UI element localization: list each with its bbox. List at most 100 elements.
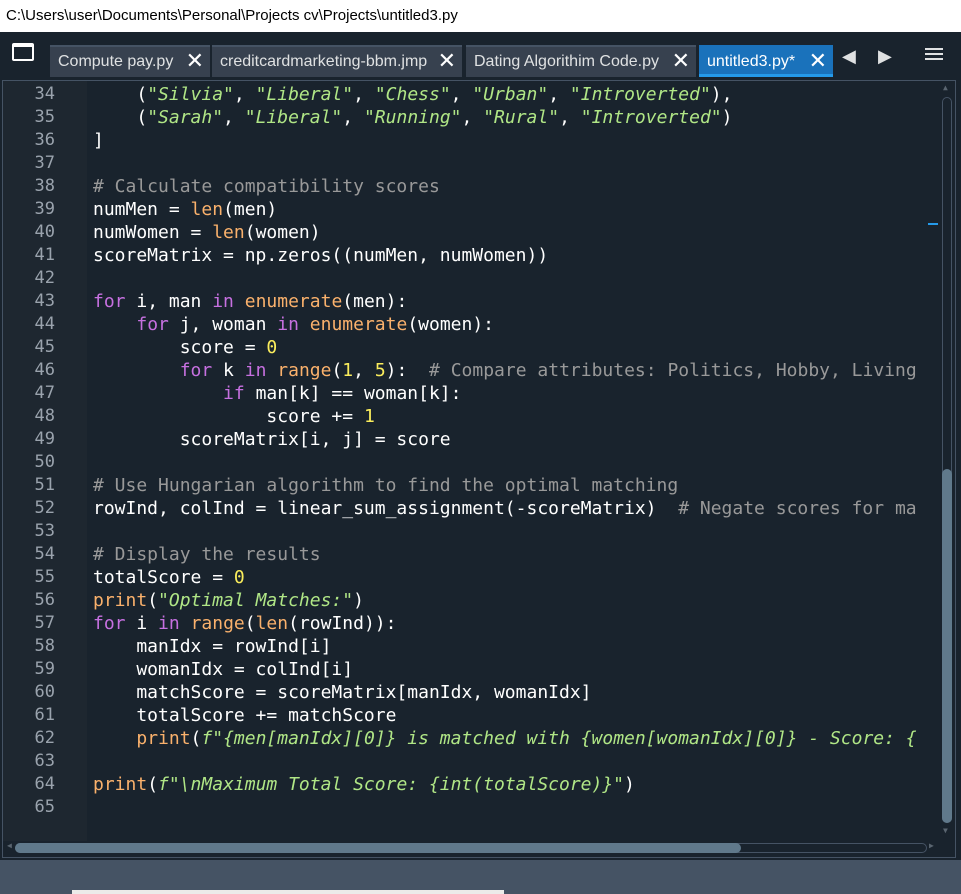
browse-tabs-icon[interactable] [12, 43, 34, 61]
line-number: 59 [34, 659, 55, 679]
code-token: (men) [223, 199, 278, 220]
tab-dating-algorithim-code[interactable]: Dating Algorithim Code.py ✕ [466, 45, 696, 77]
line-number: 52 [34, 498, 55, 518]
tab-compute-pay[interactable]: Compute pay.py ✕ [50, 45, 210, 77]
tab-creditcardmarketing[interactable]: creditcardmarketing-bbm.jmp ✕ [212, 45, 462, 77]
scrollbar-thumb[interactable] [15, 843, 741, 853]
code-token: (rowInd)): [288, 613, 397, 634]
code-line[interactable]: score += 1 [93, 405, 375, 428]
code-line[interactable]: print(f"{men[manIdx][0]} is matched with… [93, 727, 916, 750]
line-number: 44 [34, 314, 55, 334]
code-token: "Running" [363, 107, 462, 128]
line-number: 50 [34, 452, 55, 472]
code-token: 1 [363, 406, 375, 427]
code-line[interactable]: ("Silvia", "Liberal", "Chess", "Urban", … [93, 83, 732, 106]
code-token: manIdx = rowInd[i] [93, 636, 332, 657]
line-number: 41 [34, 245, 55, 265]
code-line[interactable]: if man[k] == woman[k]: [93, 382, 461, 405]
code-token: enumerate [244, 291, 343, 312]
chevron-right-icon[interactable]: ▶ [878, 46, 892, 67]
close-icon[interactable]: ✕ [186, 47, 204, 75]
code-token: in [277, 314, 299, 335]
code-token: score += [93, 406, 364, 427]
code-token: "Sarah" [147, 107, 224, 128]
tab-label: untitled3.py* [707, 53, 796, 70]
code-line[interactable]: scoreMatrix = np.zeros((numMen, numWomen… [93, 244, 548, 267]
code-token: , [233, 84, 256, 105]
code-token: "Liberal" [255, 84, 354, 105]
scroll-up-icon[interactable]: ▲ [943, 83, 948, 92]
tab-bar: Compute pay.py ✕ creditcardmarketing-bbm… [0, 32, 961, 80]
code-token: print [136, 728, 191, 749]
line-number: 43 [34, 291, 55, 311]
code-line[interactable]: rowInd, colInd = linear_sum_assignment(-… [93, 497, 917, 520]
code-line[interactable]: print("Optimal Matches:") [93, 589, 364, 612]
code-line[interactable]: score = 0 [93, 336, 278, 359]
scroll-down-icon[interactable]: ▼ [943, 826, 948, 835]
code-line[interactable]: scoreMatrix[i, j] = score [93, 428, 451, 451]
code-line[interactable]: ] [93, 129, 104, 152]
code-line[interactable]: for j, woman in enumerate(women): [93, 313, 494, 336]
code-line[interactable]: for i, man in enumerate(men): [93, 290, 407, 313]
code-token: , [461, 107, 484, 128]
code-line[interactable]: matchScore = scoreMatrix[manIdx, womanId… [93, 681, 591, 704]
code-token: ] [93, 130, 104, 151]
code-token: len [212, 222, 245, 243]
code-token: for [93, 291, 126, 312]
code-line[interactable]: for k in range(1, 5): # Compare attribut… [93, 359, 917, 382]
code-token: 1 [342, 360, 354, 381]
close-icon[interactable]: ✕ [438, 47, 456, 75]
code-token: for [93, 613, 126, 634]
scroll-position-marker [928, 223, 938, 225]
vertical-scrollbar[interactable]: ▲ ▼ [928, 83, 954, 839]
line-number: 61 [34, 705, 55, 725]
code-area[interactable]: ("Silvia", "Liberal", "Chess", "Urban", … [87, 81, 927, 841]
code-token: f"\nMaximum Total Score: {int(totalScore… [158, 774, 625, 795]
code-token: i [125, 613, 159, 634]
code-token: , [548, 84, 570, 105]
code-line[interactable]: numWomen = len(women) [93, 221, 321, 244]
code-line[interactable]: totalScore = 0 [93, 566, 245, 589]
code-token: 0 [266, 337, 278, 358]
code-line[interactable]: # Display the results [93, 543, 321, 566]
code-line[interactable]: ("Sarah", "Liberal", "Running", "Rural",… [93, 106, 732, 129]
scroll-left-icon[interactable]: ◀ [7, 841, 12, 850]
line-number: 35 [34, 107, 55, 127]
code-token: totalScore += matchScore [93, 705, 397, 726]
hamburger-menu-icon[interactable] [925, 45, 943, 63]
close-icon[interactable]: ✕ [672, 47, 690, 75]
code-line[interactable]: manIdx = rowInd[i] [93, 635, 331, 658]
code-line[interactable]: # Calculate compatibility scores [93, 175, 440, 198]
code-line[interactable]: womanIdx = colInd[i] [93, 658, 353, 681]
code-token: ), [710, 84, 733, 105]
code-line[interactable]: totalScore += matchScore [93, 704, 396, 727]
window-title: C:\Users\user\Documents\Personal\Project… [6, 7, 458, 24]
code-token: 0 [233, 567, 245, 588]
scrollbar-thumb[interactable] [942, 469, 952, 823]
code-token: , [450, 84, 473, 105]
code-line[interactable]: for i in range(len(rowInd)): [93, 612, 396, 635]
code-token: , [559, 107, 581, 128]
code-token: k [212, 360, 245, 381]
status-bar-highlight [72, 890, 504, 894]
code-line[interactable]: # Use Hungarian algorithm to find the op… [93, 474, 678, 497]
code-token: womanIdx = colInd[i] [93, 659, 354, 680]
line-number: 58 [34, 636, 55, 656]
tab-untitled3[interactable]: untitled3.py* ✕ [699, 45, 833, 77]
code-token: in [158, 613, 180, 634]
code-token: # Use Hungarian algorithm to find the op… [93, 475, 679, 496]
close-icon[interactable]: ✕ [809, 47, 827, 75]
scroll-right-icon[interactable]: ▶ [929, 841, 934, 850]
line-number: 47 [34, 383, 55, 403]
code-token: j, woman [168, 314, 278, 335]
code-line[interactable]: numMen = len(men) [93, 198, 277, 221]
code-line[interactable]: print(f"\nMaximum Total Score: {int(tota… [93, 773, 635, 796]
chevron-left-icon[interactable]: ◀ [842, 46, 856, 67]
code-token: ) [624, 774, 635, 795]
horizontal-scrollbar[interactable]: ◀ ▶ [7, 841, 937, 855]
code-editor[interactable]: 34 35 36 37 38 39 40 41 42 43 44 45 46 47 48 49 50 51 52 53… [2, 80, 956, 858]
code-token: ( [331, 360, 343, 381]
